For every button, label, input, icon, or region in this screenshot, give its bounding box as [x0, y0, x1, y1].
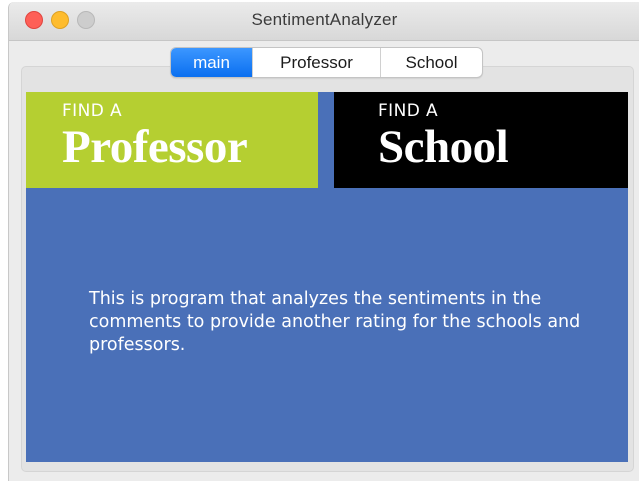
tab-main[interactable]: main [171, 48, 253, 77]
find-professor-prefix: FIND A [62, 101, 123, 121]
title-bar[interactable]: SentimentAnalyzer [9, 2, 639, 41]
find-school-label: School [378, 121, 509, 173]
find-school-prefix: FIND A [378, 101, 439, 121]
window-title: SentimentAnalyzer [251, 10, 398, 29]
desktop: SentimentAnalyzer main Professor School … [0, 0, 639, 481]
main-panel: FIND A Professor FIND A School This is p… [26, 92, 628, 462]
app-window: SentimentAnalyzer main Professor School … [8, 2, 639, 481]
tab-school[interactable]: School [381, 48, 482, 77]
find-professor-label: Professor [62, 121, 248, 173]
find-school-banner[interactable]: FIND A School [334, 92, 628, 188]
tab-bar: main Professor School [170, 47, 483, 78]
tab-professor[interactable]: Professor [253, 48, 381, 77]
find-professor-banner[interactable]: FIND A Professor [26, 92, 318, 188]
app-description: This is program that analyzes the sentim… [89, 289, 581, 355]
